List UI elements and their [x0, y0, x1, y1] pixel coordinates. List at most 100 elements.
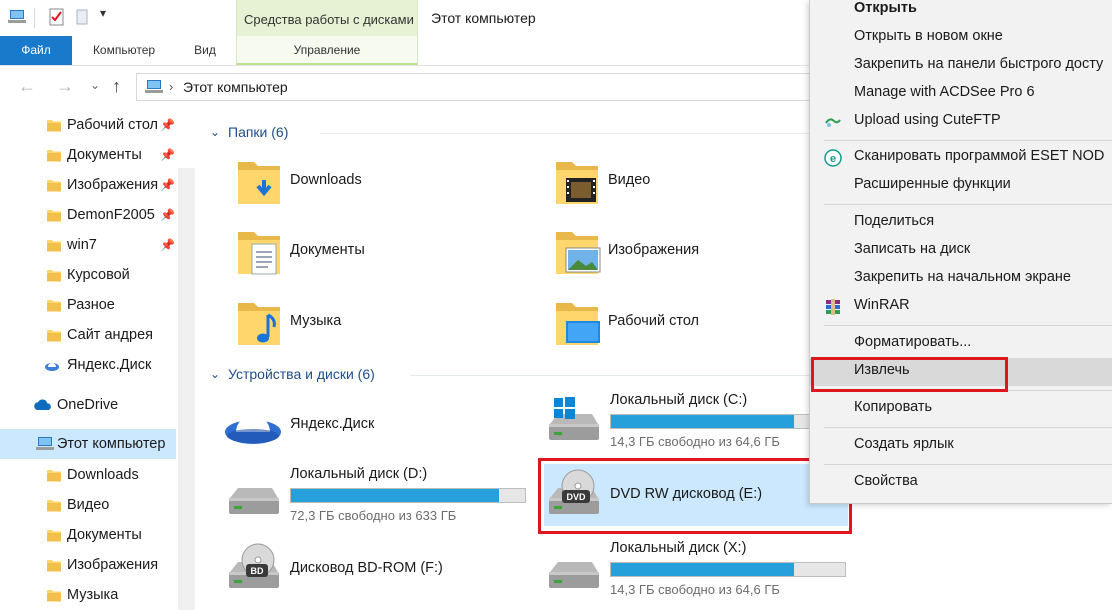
menu-item-label: Создать ярлык [854, 436, 954, 452]
menu-item-label: Свойства [854, 473, 918, 489]
nav-item-pc-documents[interactable]: Документы [0, 520, 178, 550]
address-bar[interactable]: › Этот компьютер [136, 73, 836, 101]
nav-item-pictures[interactable]: Изображения 📌 [0, 170, 178, 200]
nav-item-this-pc[interactable]: Этот компьютер [0, 429, 176, 459]
menu-item-label: Закрепить на панели быстрого досту [854, 56, 1104, 72]
menu-item-winrar[interactable]: WinRAR [810, 293, 1112, 321]
customize-quick-access-icon[interactable]: ▾ [100, 6, 118, 24]
drive-usage-fill [611, 415, 794, 428]
menu-item-label: Расширенные функции [854, 176, 1011, 192]
drive-name: Локальный диск (X:) [610, 540, 747, 556]
window-title: Этот компьютер [431, 10, 536, 26]
drive-tools-tab[interactable]: Средства работы с дисками [236, 0, 418, 36]
nav-item-pc-pictures[interactable]: Изображения [0, 550, 178, 580]
folder-tile-downloads[interactable]: Downloads [234, 150, 494, 212]
folder-tile-pictures[interactable]: Изображения [552, 220, 812, 282]
menu-item-open[interactable]: Открыть [810, 0, 1112, 24]
dvd-drive-highlight [538, 458, 852, 534]
drive-d[interactable]: Локальный диск (D:) 72,3 ГБ свободно из … [224, 464, 540, 530]
nav-item-label: Изображения [67, 557, 159, 573]
pin-icon[interactable]: 📌 [160, 208, 175, 222]
nav-item-sayt-andreya[interactable]: Сайт андрея [0, 320, 178, 350]
menu-item-label: Открыть [854, 0, 917, 16]
properties-icon[interactable] [48, 8, 66, 26]
drive-name: Локальный диск (C:) [610, 392, 748, 408]
drive-free-space: 72,3 ГБ свободно из 633 ГБ [290, 508, 457, 523]
pin-icon[interactable]: 📌 [160, 148, 175, 162]
nav-item-documents[interactable]: Документы 📌 [0, 140, 178, 170]
documents-folder-icon [46, 147, 62, 163]
menu-item-label: Upload using CuteFTP [854, 112, 1001, 128]
menu-item-label: Поделиться [854, 213, 935, 229]
drive-bd-f[interactable]: BD Дисковод BD-ROM (F:) [224, 538, 524, 604]
menu-item-eset-scan[interactable]: e Сканировать программой ESET NOD [810, 144, 1112, 172]
nav-item-win7[interactable]: win7 📌 [0, 230, 178, 260]
svg-text:e: e [830, 153, 836, 165]
drive-yandex-disk[interactable]: Яндекс.Диск [224, 390, 524, 456]
nav-item-onedrive[interactable]: OneDrive [0, 390, 178, 420]
menu-separator [824, 464, 1112, 465]
nav-pane-scrollbar[interactable] [178, 168, 195, 610]
menu-item-advanced-functions[interactable]: Расширенные функции [810, 172, 1112, 200]
pin-icon[interactable]: 📌 [160, 118, 175, 132]
folder-icon [46, 267, 62, 283]
menu-item-label: Записать на диск [854, 241, 971, 257]
nav-item-pc-video[interactable]: Видео [0, 490, 178, 520]
menu-item-format[interactable]: Форматировать... [810, 330, 1112, 358]
folder-tile-video[interactable]: Видео [552, 150, 812, 212]
menu-item-create-shortcut[interactable]: Создать ярлык [810, 432, 1112, 460]
new-folder-icon[interactable] [74, 8, 92, 26]
hard-drive-icon [224, 468, 282, 526]
onedrive-cloud-icon [34, 399, 51, 410]
nav-item-pc-downloads[interactable]: Downloads [0, 460, 178, 490]
menu-separator [824, 325, 1112, 326]
menu-item-share[interactable]: Поделиться [810, 209, 1112, 237]
up-arrow-icon[interactable]: ↑ [112, 76, 121, 97]
tab-view[interactable]: Вид [186, 36, 224, 65]
nav-item-desktop[interactable]: Рабочий стол 📌 [0, 110, 178, 140]
menu-item-acdsee[interactable]: Manage with ACDSee Pro 6 [810, 80, 1112, 108]
nav-item-pc-music[interactable]: Музыка [0, 580, 178, 610]
menu-item-open-new-window[interactable]: Открыть в новом окне [810, 24, 1112, 52]
menu-item-pin-start[interactable]: Закрепить на начальном экране [810, 265, 1112, 293]
pictures-folder-icon [552, 220, 601, 282]
folder-tile-documents[interactable]: Документы [234, 220, 494, 282]
folder-tile-desktop[interactable]: Рабочий стол [552, 291, 812, 353]
nav-item-label: win7 [67, 237, 97, 253]
bd-rom-drive-icon: BD [224, 543, 282, 600]
downloads-folder-icon [46, 467, 62, 483]
menu-item-burn-disc[interactable]: Записать на диск [810, 237, 1112, 265]
pin-icon[interactable]: 📌 [160, 178, 175, 192]
breadcrumb-this-pc[interactable]: Этот компьютер [183, 79, 288, 95]
menu-item-cuteftp[interactable]: Upload using CuteFTP [810, 108, 1112, 136]
forward-arrow-icon[interactable]: → [56, 76, 74, 97]
folder-label: Изображения [608, 242, 700, 258]
nav-item-demonf2005[interactable]: DemonF2005 📌 [0, 200, 178, 230]
menu-item-label: Форматировать... [854, 334, 972, 350]
drive-x[interactable]: Локальный диск (X:) 14,3 ГБ свободно из … [544, 538, 860, 604]
folder-label: Музыка [290, 313, 342, 329]
computer-icon[interactable] [8, 8, 26, 26]
tab-computer[interactable]: Компьютер [80, 36, 168, 65]
this-pc-icon [145, 80, 163, 94]
nav-item-kursovoy[interactable]: Курсовой [0, 260, 178, 290]
menu-separator [824, 427, 1112, 428]
menu-item-copy[interactable]: Копировать [810, 395, 1112, 423]
tab-file[interactable]: Файл [0, 36, 72, 65]
menu-item-properties[interactable]: Свойства [810, 469, 1112, 497]
folder-tile-music[interactable]: Музыка [234, 291, 494, 353]
collapse-chevron-icon[interactable]: ⌄ [210, 367, 220, 381]
tab-manage[interactable]: Управление [236, 36, 418, 65]
nav-item-yandex-disk[interactable]: Яндекс.Диск [0, 350, 178, 380]
recent-locations-icon[interactable]: ⌄ [90, 78, 100, 92]
collapse-chevron-icon[interactable]: ⌄ [210, 125, 220, 139]
nav-item-label: Этот компьютер [57, 436, 166, 452]
menu-item-pin-quick-access[interactable]: Закрепить на панели быстрого досту [810, 52, 1112, 80]
nav-item-label: DemonF2005 [67, 207, 155, 223]
nav-item-raznoe[interactable]: Разное [0, 290, 178, 320]
menu-item-label: Копировать [854, 399, 933, 415]
back-arrow-icon[interactable]: ← [18, 76, 36, 97]
breadcrumb-chevron-icon[interactable]: › [169, 79, 173, 94]
nav-item-label: Изображения [67, 177, 159, 193]
pin-icon[interactable]: 📌 [160, 238, 175, 252]
